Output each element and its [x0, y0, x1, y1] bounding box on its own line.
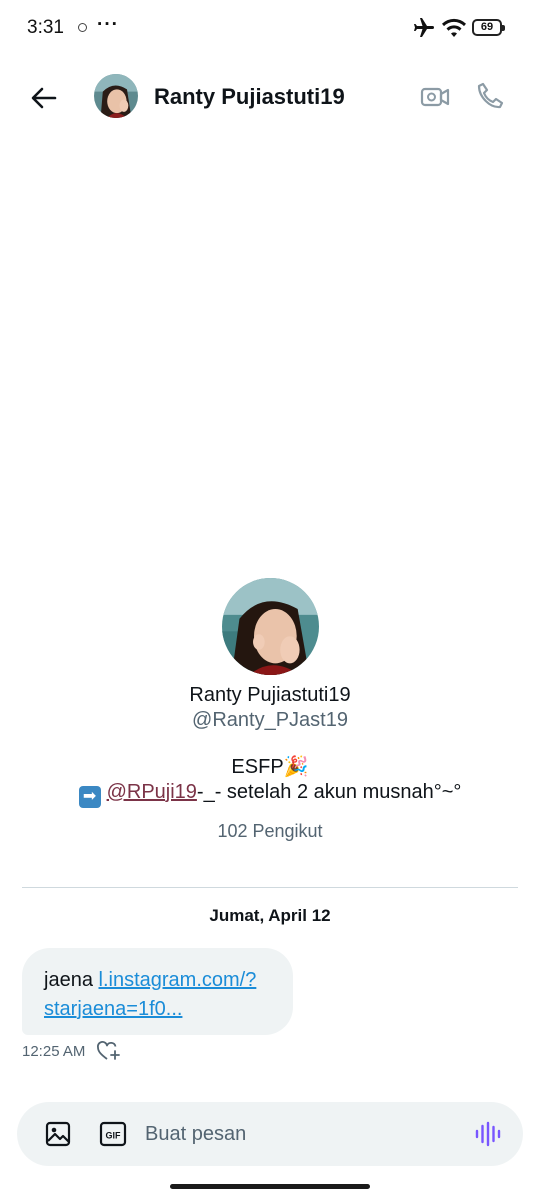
voice-icon[interactable]: [474, 1121, 502, 1147]
avatar[interactable]: [94, 74, 138, 118]
profile-bio-line2: ➡ @RPuji19-_- setelah 2 akun musnah°~°: [0, 781, 540, 808]
image-icon[interactable]: [44, 1120, 72, 1148]
message-timestamp: 12:25 AM: [22, 1043, 86, 1060]
bio-mention-link[interactable]: @RPuji19: [107, 781, 197, 803]
message-composer: GIF: [17, 1102, 523, 1166]
followers-count: 102 Pengikut: [217, 821, 323, 841]
right-arrow-icon: ➡: [78, 786, 101, 808]
home-indicator[interactable]: [170, 1184, 370, 1189]
message-bubble[interactable]: jaena l.instagram.com/? starjaena=1f0...: [22, 948, 293, 1035]
profile-bio-line1: ESFP🎉: [0, 754, 540, 779]
divider: [22, 887, 518, 888]
back-arrow-icon[interactable]: [26, 80, 62, 116]
avatar-photo: [94, 74, 138, 118]
message-link-line2: starjaena=1f0...: [44, 998, 183, 1020]
add-reaction-icon[interactable]: [96, 1040, 120, 1062]
profile-photo: [222, 578, 319, 675]
phone-icon[interactable]: [474, 80, 506, 112]
notification-dot-icon: [78, 23, 87, 32]
conversation-title[interactable]: Ranty Pujiastuti19: [154, 84, 345, 110]
message-link-line1: l.instagram.com/?: [98, 969, 257, 991]
status-time: 3:31: [27, 17, 64, 38]
date-separator: Jumat, April 12: [209, 906, 331, 925]
conversation-header: Ranty Pujiastuti19: [0, 58, 540, 136]
wifi-icon: [442, 18, 466, 37]
battery-icon: 69: [472, 19, 505, 36]
status-bar: 3:31 ··· 69: [0, 0, 540, 58]
bio-rest-text: -_- setelah 2 akun musnah°~°: [196, 781, 462, 803]
airplane-icon: [414, 18, 434, 37]
profile-avatar[interactable]: [222, 578, 319, 675]
party-popper-icon: 🎉: [283, 756, 309, 778]
svg-text:GIF: GIF: [106, 1131, 122, 1141]
video-call-icon[interactable]: [419, 81, 451, 113]
gif-icon[interactable]: GIF: [99, 1120, 127, 1148]
profile-name: Ranty Pujiastuti19: [189, 684, 351, 706]
profile-handle: @Ranty_PJast19: [192, 709, 348, 731]
status-more: ···: [97, 14, 119, 35]
message-text: jaena: [44, 969, 93, 991]
bio-text: ESFP: [231, 756, 284, 778]
message-input[interactable]: [145, 1118, 445, 1150]
